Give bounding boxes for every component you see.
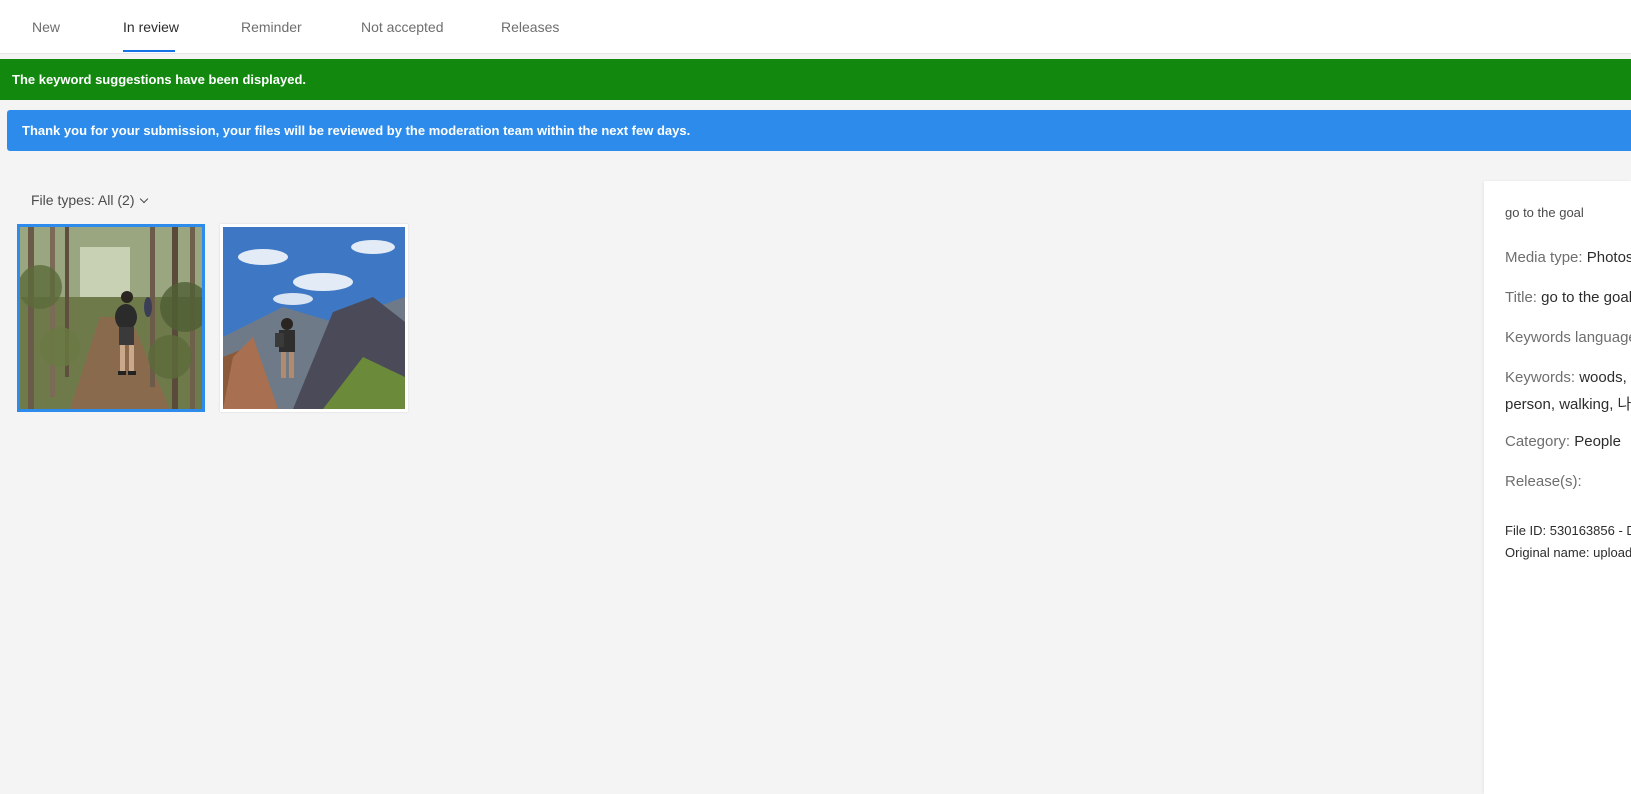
releases-row: Release(s): <box>1505 473 1582 490</box>
file-types-filter[interactable]: File types: All (2) <box>31 192 149 208</box>
category-label: Category: <box>1505 433 1571 450</box>
top-navigation: New In review Reminder Not accepted Rele… <box>0 0 1631 54</box>
media-type-row: Media type: Photos <box>1505 249 1631 266</box>
title-row: Title: go to the goal <box>1505 289 1631 306</box>
active-tab-indicator <box>123 50 175 52</box>
file-details-panel: go to the goal Media type: Photos Title:… <box>1484 181 1631 794</box>
title-value: go to the goal <box>1541 289 1631 306</box>
media-type-label: Media type: <box>1505 249 1583 266</box>
tab-reminder[interactable]: Reminder <box>241 19 302 35</box>
forest-trail-photo <box>20 227 202 409</box>
keywords-label: Keywords: <box>1505 369 1576 386</box>
keywords-row: Keywords: woods, w <box>1505 369 1631 386</box>
keywords-value-line2: person, walking, 나 <box>1505 396 1631 413</box>
tab-not-accepted[interactable]: Not accepted <box>361 19 444 35</box>
tab-new[interactable]: New <box>32 19 60 35</box>
releases-label: Release(s): <box>1505 473 1582 490</box>
tab-in-review[interactable]: In review <box>123 19 179 35</box>
chevron-down-icon <box>140 194 149 203</box>
file-id: File ID: 530163856 - De <box>1505 523 1631 538</box>
mountain-cliff-photo <box>223 227 405 409</box>
details-heading: go to the goal <box>1505 205 1584 220</box>
info-banner: Thank you for your submission, your file… <box>7 110 1631 151</box>
original-name: Original name: upload <box>1505 545 1631 560</box>
thumbnail-1[interactable] <box>17 224 205 412</box>
category-value: People <box>1574 433 1621 450</box>
title-label: Title: <box>1505 289 1537 306</box>
thumbnail-2[interactable] <box>220 224 408 412</box>
keywords-language-row: Keywords language <box>1505 329 1631 346</box>
media-type-value: Photos <box>1586 249 1631 266</box>
keywords-value-line1: woods, w <box>1579 369 1631 386</box>
tab-releases[interactable]: Releases <box>501 19 559 35</box>
category-row: Category: People <box>1505 433 1621 450</box>
file-types-filter-label: File types: All (2) <box>31 192 135 208</box>
keywords-language-label: Keywords language <box>1505 329 1631 346</box>
success-banner: The keyword suggestions have been displa… <box>0 59 1631 100</box>
